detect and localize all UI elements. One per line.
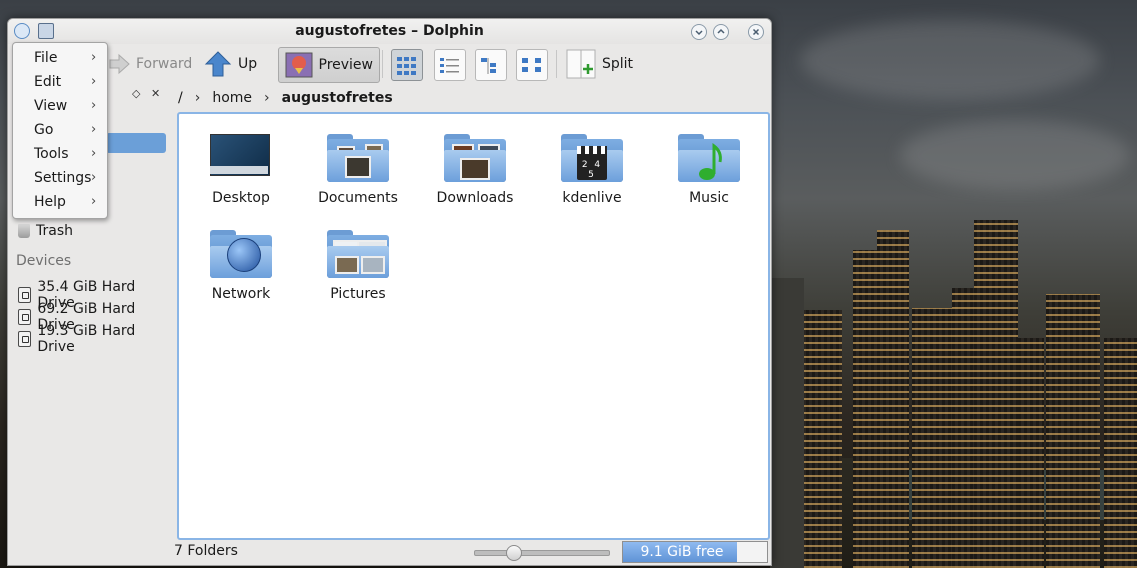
chevron-right-icon: › bbox=[91, 74, 97, 89]
panel-float-icon[interactable]: ◇ bbox=[132, 87, 140, 100]
breadcrumb-root[interactable]: / bbox=[178, 90, 183, 106]
forward-arrow-icon bbox=[109, 53, 130, 75]
preview-balloon-icon bbox=[285, 52, 313, 78]
menu-item-view[interactable]: View › bbox=[13, 95, 107, 119]
forward-label: Forward bbox=[136, 56, 193, 72]
trash-icon bbox=[18, 224, 30, 238]
app-menu: File › Edit › View › Go › Tools › Settin… bbox=[12, 42, 108, 219]
menu-item-label: Go bbox=[34, 122, 54, 138]
free-space-bar[interactable]: 9.1 GiB free bbox=[622, 541, 768, 563]
free-space-label: 9.1 GiB free bbox=[640, 544, 724, 560]
file-name: Desktop bbox=[212, 190, 270, 206]
menu-item-settings[interactable]: Settings › bbox=[13, 167, 107, 191]
icons-view-button[interactable] bbox=[391, 49, 423, 81]
status-bar: 7 Folders 9.1 GiB free bbox=[170, 539, 771, 565]
main-toolbar: Forward Up Preview Split bbox=[8, 44, 771, 86]
file-name: Music bbox=[689, 190, 729, 206]
file-item-downloads[interactable]: Downloads bbox=[420, 128, 530, 206]
compact-view-button[interactable] bbox=[516, 49, 548, 81]
columns-view-button[interactable] bbox=[475, 49, 507, 81]
split-view-icon bbox=[566, 49, 596, 79]
menu-item-label: File bbox=[34, 50, 58, 66]
zoom-slider[interactable] bbox=[474, 545, 610, 561]
up-button[interactable]: Up bbox=[198, 47, 263, 81]
up-label: Up bbox=[238, 56, 258, 72]
maximize-icon[interactable] bbox=[713, 24, 729, 40]
split-button[interactable]: Split bbox=[560, 47, 639, 81]
sidebar-item-label: 19.3 GiB Hard Drive bbox=[37, 323, 136, 355]
chevron-right-icon: › bbox=[91, 170, 97, 185]
details-view-button[interactable] bbox=[434, 49, 466, 81]
menu-item-file[interactable]: File › bbox=[13, 47, 107, 71]
hard-drive-icon bbox=[18, 331, 32, 347]
desktop-folder-icon bbox=[208, 128, 274, 186]
file-view[interactable]: Desktop Documents Downloads 2 4 5 kdenli… bbox=[177, 112, 770, 540]
chevron-right-icon: › bbox=[91, 122, 97, 137]
file-name: Network bbox=[211, 286, 271, 302]
chevron-right-icon: › bbox=[91, 146, 97, 161]
file-item-network[interactable]: Network bbox=[186, 224, 296, 302]
chevron-right-icon: › bbox=[91, 194, 97, 209]
sidebar-item-device[interactable]: 19.3 GiB Hard Drive bbox=[18, 323, 170, 355]
dolphin-window: augustofretes – Dolphin Forward Up Previ… bbox=[7, 18, 772, 566]
menu-item-tools[interactable]: Tools › bbox=[13, 143, 107, 167]
file-item-pictures[interactable]: Pictures bbox=[303, 224, 413, 302]
menu-item-label: Help bbox=[34, 194, 66, 210]
pictures-folder-icon bbox=[325, 224, 391, 282]
file-name: kdenlive bbox=[562, 190, 622, 206]
menu-item-go[interactable]: Go › bbox=[13, 119, 107, 143]
preview-button[interactable]: Preview bbox=[278, 47, 380, 83]
menu-item-label: Tools bbox=[34, 146, 69, 162]
sidebar-item-label: Trash bbox=[36, 223, 73, 239]
menu-item-label: Edit bbox=[34, 74, 62, 90]
file-item-desktop[interactable]: Desktop bbox=[186, 128, 296, 206]
chevron-right-icon: › bbox=[91, 98, 97, 113]
breadcrumb-current[interactable]: augustofretes bbox=[282, 90, 393, 106]
preview-label: Preview bbox=[318, 57, 374, 73]
file-name: Downloads bbox=[436, 190, 514, 206]
downloads-folder-icon bbox=[442, 128, 508, 186]
menu-item-label: View bbox=[34, 98, 68, 114]
icons-view-icon bbox=[397, 57, 416, 75]
file-item-documents[interactable]: Documents bbox=[303, 128, 413, 206]
video-folder-icon: 2 4 5 bbox=[559, 128, 625, 186]
chevron-right-icon[interactable]: › bbox=[264, 90, 270, 106]
menu-item-help[interactable]: Help › bbox=[13, 191, 107, 215]
panel-close-icon[interactable]: ✕ bbox=[151, 87, 160, 100]
file-item-kdenlive[interactable]: 2 4 5 kdenlive bbox=[537, 128, 647, 206]
breadcrumb: / › home › augustofretes bbox=[178, 87, 393, 109]
chevron-right-icon: › bbox=[91, 50, 97, 65]
documents-folder-icon bbox=[325, 128, 391, 186]
minimize-icon[interactable] bbox=[691, 24, 707, 40]
close-icon[interactable] bbox=[748, 24, 764, 40]
zoom-slider-handle[interactable] bbox=[505, 545, 522, 561]
up-arrow-icon bbox=[204, 51, 232, 77]
file-name: Documents bbox=[318, 190, 398, 206]
selected-place[interactable] bbox=[106, 133, 166, 153]
menu-item-label: Settings bbox=[34, 170, 92, 186]
breadcrumb-home[interactable]: home bbox=[212, 90, 252, 106]
title-bar[interactable]: augustofretes – Dolphin bbox=[8, 19, 771, 44]
music-folder-icon bbox=[676, 128, 742, 186]
menu-item-edit[interactable]: Edit › bbox=[13, 71, 107, 95]
file-item-music[interactable]: Music bbox=[654, 128, 764, 206]
file-name: Pictures bbox=[330, 286, 386, 302]
details-view-icon bbox=[440, 58, 459, 73]
forward-button[interactable]: Forward bbox=[102, 47, 198, 81]
network-folder-icon bbox=[208, 224, 274, 282]
devices-heading: Devices bbox=[16, 253, 72, 269]
columns-view-icon bbox=[481, 58, 496, 74]
chevron-right-icon[interactable]: › bbox=[195, 90, 201, 106]
window-title: augustofretes – Dolphin bbox=[295, 23, 484, 39]
folder-count: 7 Folders bbox=[174, 543, 238, 559]
sidebar-item-trash[interactable]: Trash bbox=[18, 223, 73, 239]
split-label: Split bbox=[602, 56, 634, 72]
compact-view-icon bbox=[522, 58, 541, 72]
